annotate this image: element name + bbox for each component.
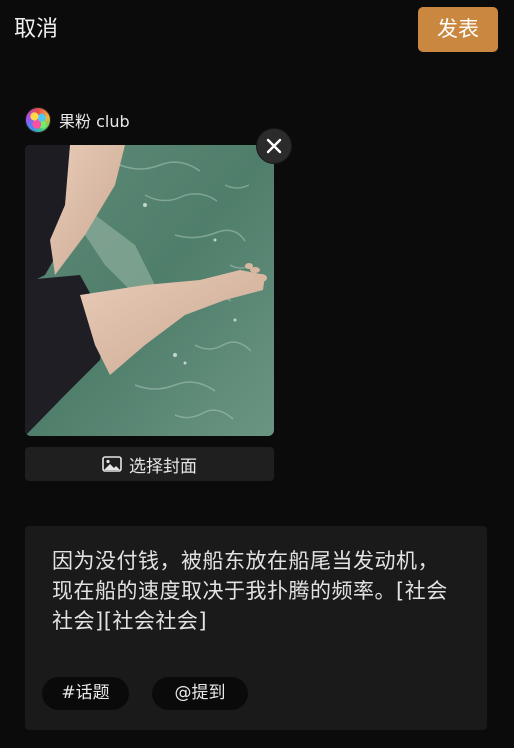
cancel-button[interactable]: 取消 [14, 14, 58, 46]
author-row: 果粉 club [25, 106, 130, 134]
author-name: 果粉 club [59, 112, 130, 131]
publish-button[interactable]: 发表 [418, 7, 498, 52]
close-icon [266, 138, 282, 154]
select-cover-label: 选择封面 [129, 456, 197, 477]
post-body-text[interactable]: 因为没付钱，被船东放在船尾当发动机，现在船的速度取决于我扑腾的频率。[社会社会]… [52, 546, 452, 636]
add-topic-button[interactable]: #话题 [42, 677, 129, 710]
avatar [25, 107, 51, 133]
post-text-editor[interactable]: 因为没付钱，被船东放在船尾当发动机，现在船的速度取决于我扑腾的频率。[社会社会]… [25, 526, 487, 730]
remove-media-button[interactable] [256, 128, 292, 164]
image-icon [102, 456, 122, 472]
photo-legs-in-water [25, 145, 274, 436]
media-thumbnail[interactable] [25, 145, 274, 436]
select-cover-button[interactable]: 选择封面 [25, 447, 274, 481]
mention-button[interactable]: @提到 [152, 677, 248, 710]
top-bar: 取消 发表 [0, 0, 514, 60]
